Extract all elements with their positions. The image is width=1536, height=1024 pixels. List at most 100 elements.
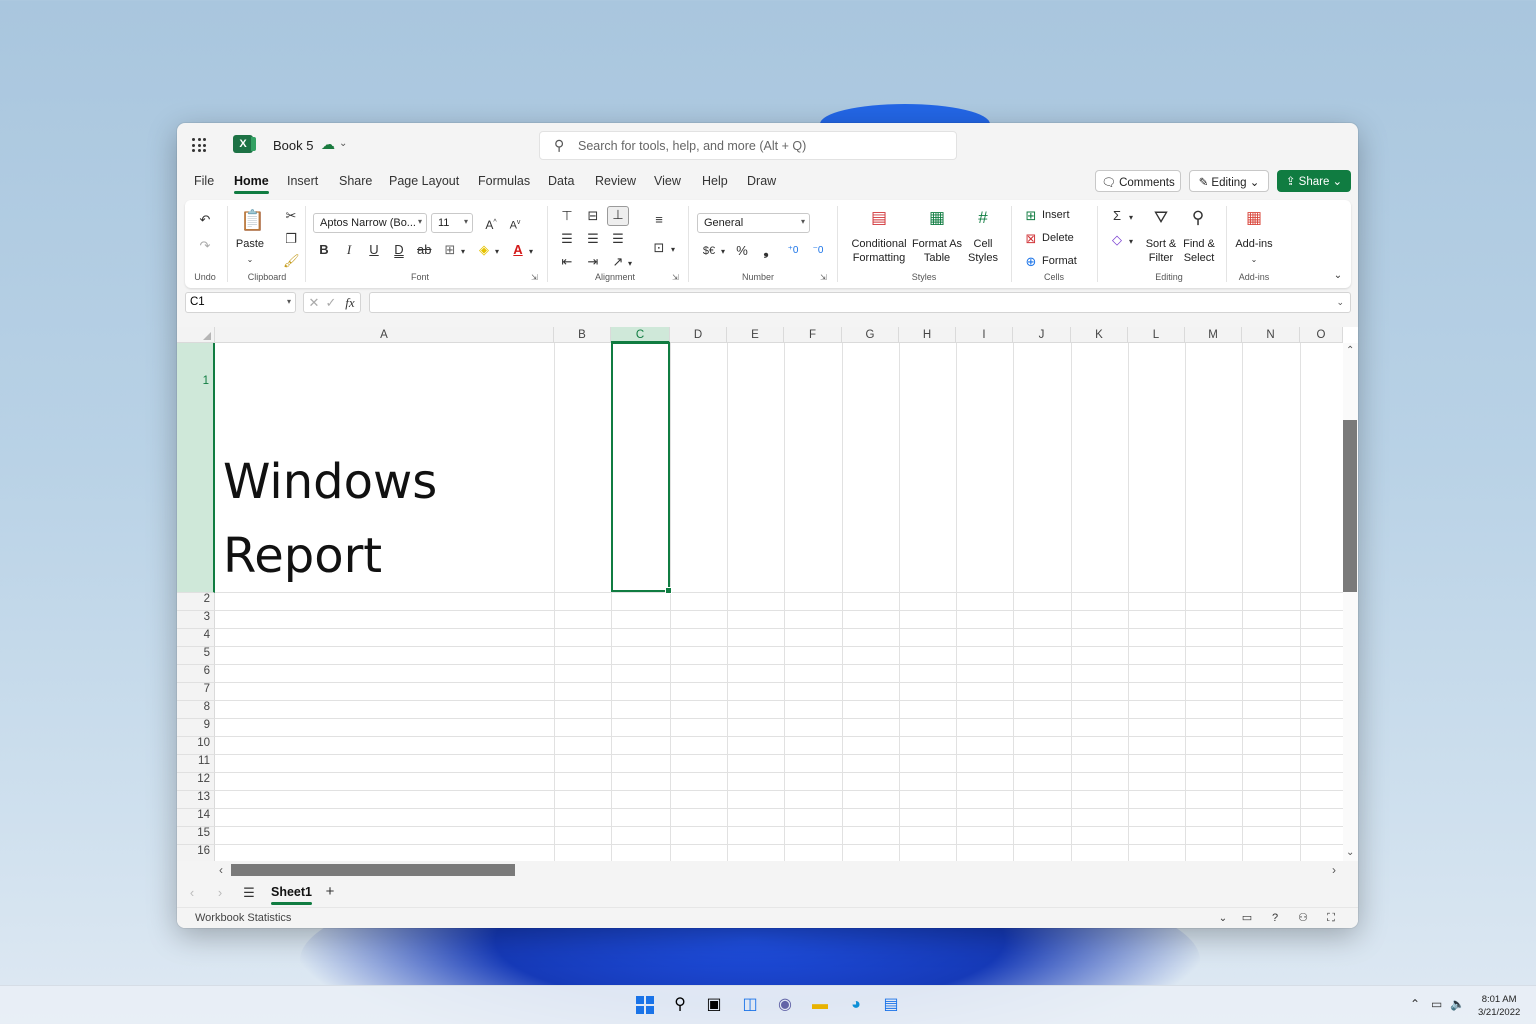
row-header[interactable]: 6 [177, 665, 215, 683]
chevron-down-icon[interactable]: ▾ [1127, 210, 1135, 226]
tab-share[interactable]: Share [339, 174, 372, 188]
column-header[interactable]: A [215, 327, 554, 343]
percent-icon[interactable]: % [734, 243, 750, 259]
column-header[interactable]: N [1242, 327, 1300, 343]
tab-data[interactable]: Data [548, 174, 574, 188]
sort-filter-label-1[interactable]: Sort & [1141, 237, 1181, 251]
tab-help[interactable]: Help [702, 174, 728, 188]
store-icon[interactable]: ▤ [881, 995, 901, 1015]
increase-decimal-icon[interactable]: ⁺0 [785, 243, 801, 259]
tab-insert[interactable]: Insert [287, 174, 318, 188]
name-box[interactable]: C1 ▾ [185, 292, 296, 313]
row-header[interactable]: 4 [177, 629, 215, 647]
cell-styles-label-1[interactable]: Cell [963, 237, 1003, 251]
row-header[interactable]: 16 [177, 845, 215, 861]
row-header[interactable]: 8 [177, 701, 215, 719]
share-button[interactable]: ⇪ Share ⌄ [1277, 170, 1351, 192]
row-header[interactable]: 11 [177, 755, 215, 773]
strikethrough-icon[interactable]: ab [417, 242, 431, 258]
row-header[interactable]: 5 [177, 647, 215, 665]
double-underline-icon[interactable]: D [392, 242, 406, 258]
scroll-down-icon[interactable]: ⌄ [1346, 847, 1354, 858]
tab-file[interactable]: File [194, 174, 214, 188]
app-launcher-icon[interactable] [192, 138, 206, 152]
chevron-down-icon[interactable]: ⌄ [1247, 252, 1261, 268]
vertical-scroll-thumb[interactable] [1343, 420, 1357, 592]
sheet-tab-sheet1[interactable]: Sheet1 [271, 885, 312, 905]
next-sheet-icon[interactable]: › [213, 885, 227, 901]
edge-browser-icon[interactable]: ◕ [846, 995, 866, 1015]
system-clock[interactable]: 8:01 AM 3/21/2022 [1478, 993, 1520, 1019]
redo-icon[interactable]: ↷ [197, 238, 213, 254]
cell-styles-icon[interactable]: # [973, 209, 993, 226]
row-header[interactable]: 3 [177, 611, 215, 629]
row-header[interactable]: 13 [177, 791, 215, 809]
excel-logo-icon[interactable]: X [233, 135, 256, 153]
autosum-icon[interactable]: Σ [1109, 208, 1125, 224]
column-header[interactable]: I [956, 327, 1013, 343]
scroll-up-icon[interactable]: ⌃ [1346, 345, 1354, 356]
chat-icon[interactable]: ◉ [775, 995, 795, 1015]
expand-formula-icon[interactable]: ⌄ [1336, 297, 1344, 308]
underline-icon[interactable]: U [367, 242, 381, 258]
find-select-label-2[interactable]: Select [1179, 251, 1219, 265]
cancel-icon[interactable]: ✕ [308, 295, 320, 311]
column-header[interactable]: M [1185, 327, 1242, 343]
insert-cells-label[interactable]: Insert [1042, 208, 1070, 222]
feedback-icon[interactable]: ⚇ [1295, 910, 1311, 926]
find-select-icon[interactable]: ⚲ [1188, 208, 1208, 227]
delete-cells-label[interactable]: Delete [1042, 231, 1074, 245]
scroll-right-icon[interactable]: › [1332, 863, 1336, 877]
paste-button-label[interactable]: Paste [235, 237, 265, 251]
format-painter-icon[interactable]: 🖌 [283, 253, 300, 269]
delete-cells-icon[interactable]: ⊠ [1023, 231, 1039, 247]
chevron-down-icon[interactable]: ▾ [1127, 234, 1135, 250]
wrap-text-icon[interactable]: ≡ [651, 212, 667, 228]
chevron-down-icon[interactable]: ▾ [719, 244, 727, 260]
align-right-icon[interactable]: ☰ [610, 231, 626, 247]
help-icon[interactable]: ? [1267, 910, 1283, 926]
add-ins-icon[interactable]: ▦ [1244, 209, 1264, 226]
find-select-label-1[interactable]: Find & [1179, 237, 1219, 251]
chevron-down-icon[interactable]: ▾ [459, 244, 467, 260]
font-color-icon[interactable]: A [510, 242, 526, 258]
cell-a1-text-line1[interactable]: Windows [223, 445, 437, 519]
column-header[interactable]: G [842, 327, 899, 343]
row-header[interactable]: 12 [177, 773, 215, 791]
bold-icon[interactable]: B [317, 242, 331, 258]
paste-icon[interactable]: 📋 [240, 210, 265, 232]
column-header-selected[interactable]: C [611, 327, 670, 343]
increase-indent-icon[interactable]: ⇥ [585, 254, 601, 270]
horizontal-scrollbar[interactable]: ‹ › [177, 861, 1358, 879]
decrease-indent-icon[interactable]: ⇤ [559, 254, 575, 270]
task-view-icon[interactable]: ▣ [704, 995, 724, 1015]
clear-icon[interactable]: ◇ [1109, 232, 1125, 248]
search-box[interactable]: ⚲ Search for tools, help, and more (Alt … [539, 131, 957, 160]
column-header[interactable]: B [554, 327, 611, 343]
align-top-icon[interactable]: ⊤ [559, 208, 575, 224]
chevron-down-icon[interactable]: ▾ [626, 256, 634, 272]
conditional-formatting-label-1[interactable]: Conditional [845, 237, 913, 251]
column-header[interactable]: O [1300, 327, 1343, 343]
cell-a1-text-line2[interactable]: Report [223, 519, 382, 593]
network-icon[interactable]: ▭ [1431, 997, 1442, 1011]
search-icon[interactable]: ⚲ [670, 995, 690, 1015]
widgets-icon[interactable]: ◫ [740, 995, 760, 1015]
column-header[interactable]: D [670, 327, 727, 343]
comments-button[interactable]: 🗨 Comments [1095, 170, 1181, 192]
enter-icon[interactable]: ✓ [325, 295, 337, 311]
format-cells-label[interactable]: Format [1042, 254, 1077, 268]
chevron-down-icon[interactable]: ⌄ [243, 252, 257, 268]
insert-cells-icon[interactable]: ⊞ [1023, 208, 1039, 224]
fill-color-icon[interactable]: ◈ [476, 242, 492, 258]
chevron-down-icon[interactable]: ▾ [527, 244, 535, 260]
align-middle-icon[interactable]: ⊟ [585, 208, 601, 224]
worksheet-grid[interactable]: A B C D E F G H I J K L M N O 1 2 3 4 5 [177, 327, 1358, 861]
normal-view-icon[interactable]: ▭ [1239, 910, 1255, 926]
dialog-launcher-icon[interactable]: ⇲ [820, 273, 827, 282]
column-header[interactable]: F [784, 327, 842, 343]
format-as-table-icon[interactable]: ▦ [927, 209, 947, 226]
row-header[interactable]: 15 [177, 827, 215, 845]
currency-icon[interactable]: $€ [699, 243, 719, 259]
number-format-dropdown[interactable]: General ▾ [697, 213, 810, 233]
